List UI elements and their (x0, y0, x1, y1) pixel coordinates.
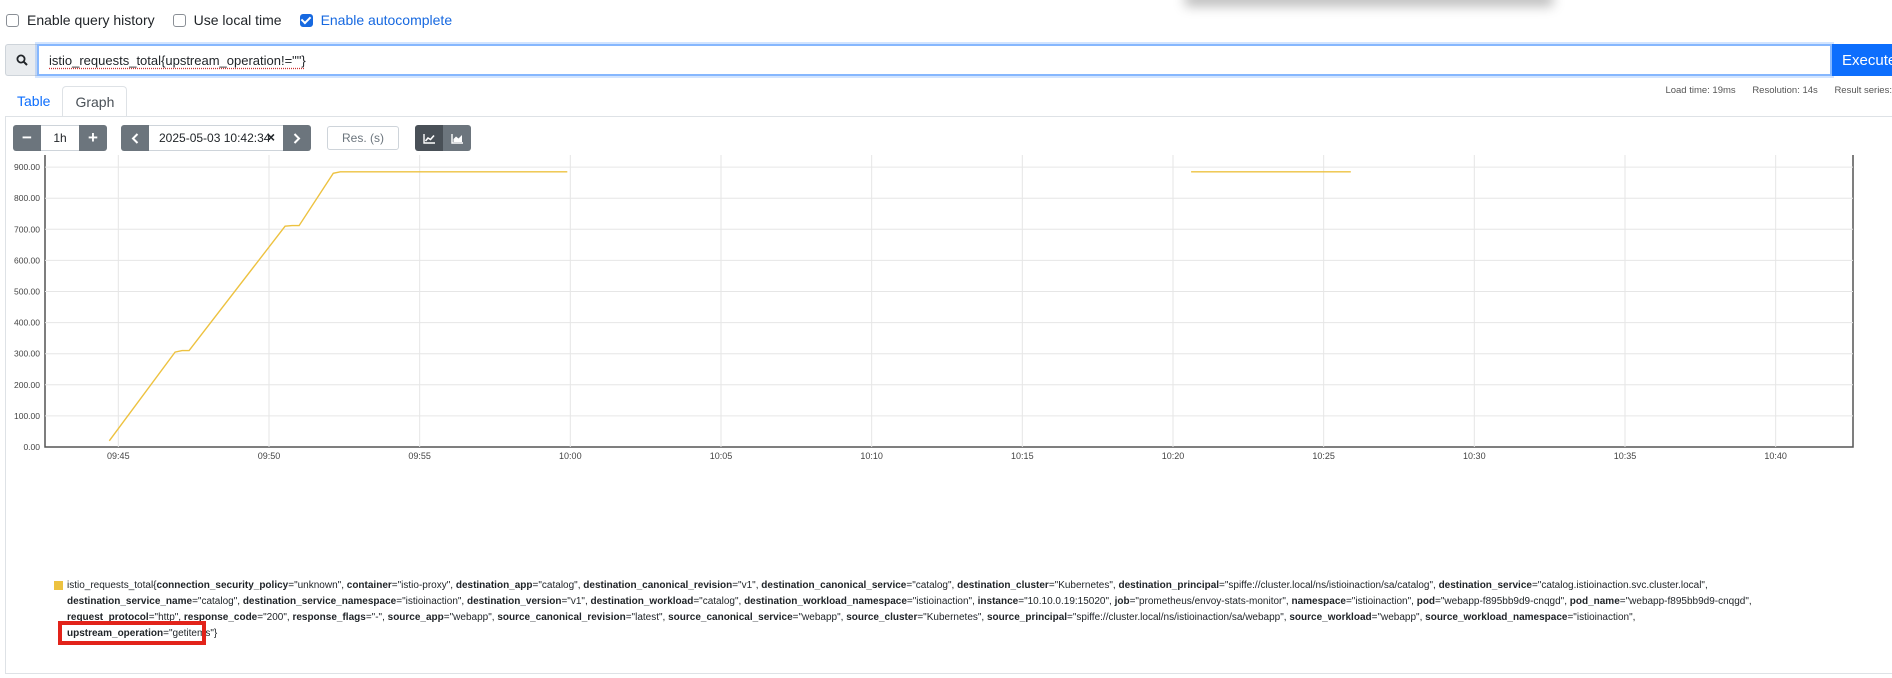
local-time-option[interactable]: Use local time (172, 12, 282, 28)
legend-label-key: pod_name (1569, 596, 1620, 607)
y-tick-label: 800.00 (14, 193, 40, 203)
legend-label-key: source_workload_namespace (1425, 612, 1568, 623)
legend[interactable]: istio_requests_total{connection_security… (54, 578, 1837, 642)
legend-label-key: instance (977, 596, 1019, 607)
legend-label-key: destination_service_namespace (242, 596, 397, 607)
expression-input[interactable]: istio_requests_total{upstream_operation!… (37, 44, 1832, 76)
tab-table[interactable]: Table (5, 86, 62, 117)
query-options: Enable query history Use local time Enab… (6, 12, 452, 28)
result-series: Result series: (1834, 85, 1892, 96)
x-tick-label: 09:55 (408, 451, 431, 461)
query-history-label: Enable query history (27, 12, 155, 28)
decrease-range-button[interactable]: − (13, 125, 41, 151)
y-tick-label: 300.00 (14, 349, 40, 359)
y-tick-label: 600.00 (14, 255, 40, 265)
legend-label-key: response_flags (292, 612, 366, 623)
legend-label-key: connection_security_policy (156, 580, 289, 591)
legend-label-key: destination_service (1438, 580, 1532, 591)
load-time: Load time: 19ms (1665, 85, 1736, 96)
autocomplete-checkbox[interactable] (299, 13, 313, 27)
x-tick-label: 10:35 (1614, 451, 1637, 461)
local-time-label: Use local time (193, 12, 282, 28)
legend-label-key: destination_workload (590, 596, 694, 607)
autocomplete-label: Enable autocomplete (320, 12, 453, 28)
x-tick-label: 10:15 (1011, 451, 1034, 461)
resolution: Resolution: 14s (1752, 85, 1818, 96)
x-tick-label: 10:25 (1312, 451, 1335, 461)
x-tick-label: 10:20 (1162, 451, 1185, 461)
x-tick-label: 10:05 (710, 451, 733, 461)
x-tick-label: 10:00 (559, 451, 582, 461)
chart-svg[interactable]: 0.00 100.00 200.00 300.00 400.00 500.00 600.00… (0, 131, 1892, 565)
y-tick-label: 500.00 (14, 287, 40, 297)
legend-label-key: pod (1416, 596, 1436, 607)
y-tick-label: 200.00 (14, 380, 40, 390)
time-back-button[interactable] (121, 125, 149, 151)
legend-label-key: container (346, 580, 392, 591)
stack-toggle (415, 125, 471, 151)
query-stats: Load time: 19ms Resolution: 14s Result s… (1651, 85, 1892, 96)
legend-label-key: source_app (387, 612, 444, 623)
chevron-left-icon (131, 132, 139, 144)
y-tick-label: 700.00 (14, 224, 40, 234)
expression-text: istio_requests_total{upstream_operation!… (49, 52, 306, 68)
local-time-checkbox[interactable] (172, 13, 186, 27)
legend-label-key: destination_workload_namespace (744, 596, 907, 607)
legend-label-key: source_cluster (846, 612, 918, 623)
y-tick-label: 100.00 (14, 411, 40, 421)
legend-label-key: source_canonical_service (668, 612, 793, 623)
legend-label-key: destination_principal (1118, 580, 1220, 591)
legend-label-key: source_canonical_revision (497, 612, 626, 623)
x-tick-label: 10:30 (1463, 451, 1486, 461)
search-icon (5, 44, 37, 76)
legend-label-key: destination_service_name (67, 596, 193, 607)
unstacked-button[interactable] (415, 125, 443, 151)
graph-chart[interactable]: 0.00 100.00 200.00 300.00 400.00 500.00 600.00… (0, 131, 1892, 565)
end-time-value: 2025-05-03 10:42:34 (159, 131, 271, 145)
y-tick-label: 400.00 (14, 318, 40, 328)
line-chart-icon (422, 133, 435, 144)
legend-swatch (54, 581, 63, 590)
area-chart-icon (450, 133, 463, 144)
graph-controls: − 1h + 2025-05-03 10:42:34 × Res. (s) (13, 125, 471, 151)
increase-range-button[interactable]: + (79, 125, 107, 151)
query-history-option[interactable]: Enable query history (6, 12, 155, 28)
clear-time-icon[interactable]: × (267, 129, 275, 145)
autocomplete-option[interactable]: Enable autocomplete (299, 12, 453, 28)
legend-label-key: source_workload (1289, 612, 1372, 623)
range-input[interactable]: 1h (41, 125, 79, 151)
legend-label-key: source_principal (987, 612, 1068, 623)
expression-bar: istio_requests_total{upstream_operation!… (5, 44, 1892, 76)
legend-label-key: namespace (1291, 596, 1346, 607)
legend-label-key: destination_version (466, 596, 562, 607)
tab-bar: Table Graph (5, 86, 128, 117)
legend-label-key: destination_canonical_service (761, 580, 907, 591)
x-tick-label: 09:50 (258, 451, 281, 461)
y-tick-label: 900.00 (14, 162, 40, 172)
x-tick-label: 10:10 (860, 451, 883, 461)
legend-label-key: destination_canonical_revision (583, 580, 733, 591)
query-history-checkbox[interactable] (6, 13, 19, 27)
legend-label-key: destination_cluster (957, 580, 1049, 591)
tab-graph[interactable]: Graph (62, 86, 128, 117)
highlight-box (58, 621, 206, 645)
stacked-button[interactable] (443, 125, 471, 151)
resolution-input[interactable]: Res. (s) (327, 126, 399, 150)
legend-series-label: istio_requests_total{connection_security… (67, 580, 1752, 639)
end-time-input[interactable]: 2025-05-03 10:42:34 × (149, 125, 283, 151)
x-tick-label: 09:45 (107, 451, 130, 461)
legend-label-key: destination_app (455, 580, 533, 591)
time-forward-button[interactable] (283, 125, 311, 151)
x-tick-label: 10:40 (1764, 451, 1787, 461)
chevron-right-icon (293, 132, 301, 144)
execute-button[interactable]: Execute (1832, 44, 1892, 76)
y-tick-label: 0.00 (23, 442, 40, 452)
legend-label-key: job (1114, 596, 1130, 607)
